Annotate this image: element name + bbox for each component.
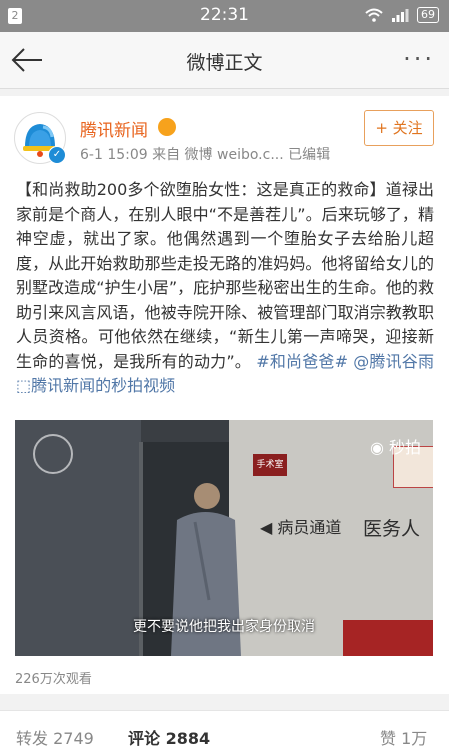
signal-icon (392, 9, 409, 22)
author-name[interactable]: 腾讯新闻 (80, 116, 148, 141)
video-link-icon: ⬚ (16, 376, 32, 395)
tab-like[interactable]: 赞 1万 (380, 725, 427, 749)
video-channel-logo-icon (33, 434, 73, 474)
battery-icon: 69 (417, 7, 439, 23)
mention-link[interactable]: @腾讯谷雨 (353, 352, 434, 371)
tab-repost[interactable]: 转发 2749 (16, 725, 94, 749)
action-tabs: 转发 2749 评论 2884 赞 1万 (0, 710, 449, 755)
page-title: 微博正文 (186, 52, 263, 74)
status-bar: 2 22:31 69 (0, 0, 449, 32)
video-watermark: ◉ 秒拍 (369, 438, 421, 457)
video-subtitle: 更不要说他把我出家身份取消 (133, 619, 315, 635)
verified-badge-icon: ✓ (48, 146, 66, 164)
more-options-icon[interactable]: ··· (403, 47, 435, 71)
video-wall-text-medical-staff: 医务人 (363, 518, 421, 540)
view-count: 226万次观看 (15, 672, 92, 687)
video-link[interactable]: ⬚腾讯新闻的秒拍视频 (16, 376, 175, 395)
hashtag-link[interactable]: #和尚爸爸# (256, 352, 348, 371)
tab-comment[interactable]: 评论 2884 (128, 725, 210, 749)
nav-bar: 微博正文 ··· (0, 32, 449, 89)
post-meta: 6-1 15:09 来自 微博 weibo.c... 已编辑 (80, 147, 331, 163)
video-sign-operating-room: 手术室 (253, 454, 287, 476)
video-watermark-text: 秒拍 (388, 438, 421, 457)
post-text: 【和尚救助200多个欲堕胎女性：这是真正的救命】道禄出家前是个商人，在别人眼中“… (16, 178, 434, 399)
post-card: ✓ 腾讯新闻 6-1 15:09 来自 微博 weibo.c... 已编辑 + … (0, 96, 449, 694)
video-link-label: 腾讯新闻的秒拍视频 (31, 376, 176, 395)
video-player[interactable]: 手术室 ◀ 病员通道 医务人 ◉ 秒拍 更不要说他把我出家身份取消 (15, 420, 433, 656)
member-crown-icon (158, 118, 176, 136)
video-wall-text-1: 病员通道 (277, 518, 342, 537)
wifi-icon (365, 8, 383, 22)
video-wall-text-patient-corridor: ◀ 病员通道 (260, 518, 342, 537)
post-text-main: 【和尚救助200多个欲堕胎女性：这是真正的救命】道禄出家前是个商人，在别人眼中“… (16, 180, 434, 371)
follow-button[interactable]: + 关注 (364, 110, 434, 146)
